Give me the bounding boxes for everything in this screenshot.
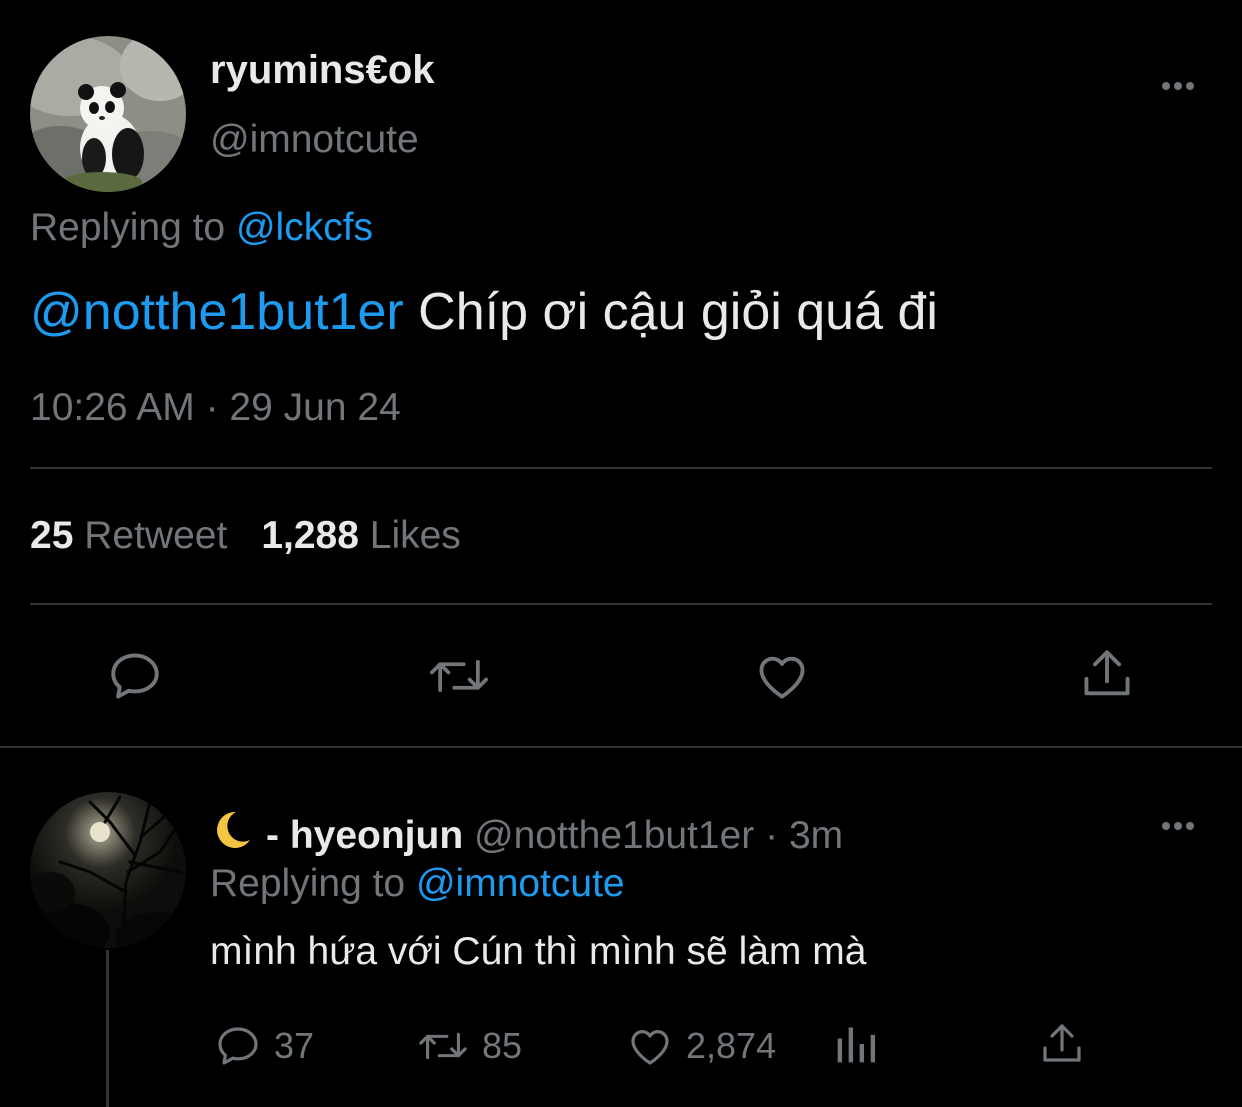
replying-to: Replying to @lckcfs	[30, 206, 373, 250]
divider	[30, 603, 1212, 605]
more-icon[interactable]	[1158, 808, 1198, 849]
replying-to-prefix: Replying to	[30, 206, 236, 249]
analytics-button[interactable]	[834, 1022, 890, 1066]
reply-time[interactable]: 3m	[789, 814, 843, 857]
avatar-night-tree[interactable]	[30, 792, 186, 948]
tweet-stats: 25 Retweet 1,288 Likes	[30, 514, 461, 558]
reply-icon[interactable]	[106, 647, 164, 705]
reply-header: - hyeonjun @notthe1but1er · 3m	[210, 808, 843, 862]
panda-avatar-image	[30, 36, 186, 192]
avatar-panda[interactable]	[30, 36, 186, 192]
tweet-timestamp[interactable]: 10:26 AM · 29 Jun 24	[30, 386, 401, 430]
reply-button[interactable]: 37	[214, 1022, 314, 1070]
night-tree-avatar-image	[30, 792, 186, 948]
user-handle[interactable]: @imnotcute	[210, 118, 419, 162]
display-name[interactable]: ryumins€ok	[210, 48, 435, 93]
mention-link[interactable]: @notthe1but1er	[30, 283, 404, 341]
analytics-icon	[837, 1027, 876, 1063]
retweet-count: 85	[482, 1025, 523, 1066]
retweet-button[interactable]: 85	[416, 1022, 522, 1070]
replying-to-link[interactable]: @lckcfs	[236, 206, 373, 249]
likes-label[interactable]: Likes	[370, 514, 461, 557]
tweet-text: @notthe1but1er Chíp ơi cậu giỏi quá đi	[30, 282, 938, 342]
share-icon	[1043, 1024, 1081, 1062]
share-button[interactable]	[1038, 1020, 1098, 1068]
reply-display-name[interactable]: - hyeonjun	[266, 814, 463, 857]
moon-emoji	[210, 808, 266, 862]
heart-icon[interactable]	[753, 647, 811, 705]
retweet-label[interactable]: Retweet	[84, 514, 227, 557]
thread-line	[106, 950, 109, 1107]
reply-text: mình hứa với Cún thì mình sẽ làm mà	[210, 930, 867, 973]
heart-icon	[631, 1030, 669, 1065]
retweet-count[interactable]: 25	[30, 514, 73, 557]
like-count: 2,874	[686, 1025, 777, 1066]
like-button[interactable]: 2,874	[626, 1022, 776, 1070]
reply-replying-to: Replying to @imnotcute	[210, 862, 625, 906]
tweet-body: Chíp ơi cậu giỏi quá đi	[403, 283, 938, 341]
reply-icon	[218, 1027, 258, 1065]
replying-to-prefix: Replying to	[210, 862, 416, 905]
likes-count[interactable]: 1,288	[261, 514, 359, 557]
reply-handle[interactable]: @notthe1but1er	[474, 814, 754, 857]
section-divider	[0, 746, 1242, 748]
reply-separator: ·	[754, 814, 789, 857]
reply-count: 37	[274, 1025, 315, 1066]
more-icon[interactable]	[1158, 68, 1198, 109]
divider	[30, 467, 1212, 469]
share-icon[interactable]	[1078, 645, 1136, 703]
replying-to-link[interactable]: @imnotcute	[416, 862, 625, 905]
retweet-icon	[419, 1032, 467, 1060]
retweet-icon[interactable]	[426, 647, 492, 705]
